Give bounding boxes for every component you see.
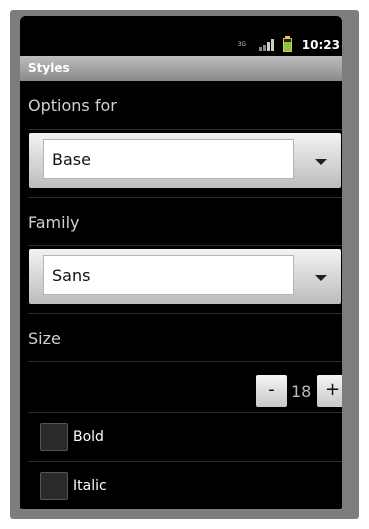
family-field: Sans [43, 255, 294, 295]
italic-checkbox[interactable] [40, 472, 68, 500]
size-increase-button[interactable]: + [317, 375, 342, 407]
bold-label[interactable]: Bold [73, 429, 104, 445]
options-for-selected: Base [52, 150, 91, 169]
options-for-dropdown[interactable]: Base [29, 133, 341, 188]
divider [28, 129, 342, 130]
signal-icon [258, 39, 275, 51]
family-label: Family [28, 213, 80, 232]
size-decrease-button[interactable]: - [256, 375, 287, 407]
italic-label[interactable]: Italic [73, 478, 107, 494]
status-icons: 3G 10:23 [237, 36, 342, 54]
dropdown-arrow-icon [315, 159, 327, 165]
battery-icon [282, 36, 292, 52]
title-bar: Styles [20, 56, 342, 81]
page-title: Styles [28, 61, 70, 75]
options-for-label: Options for [28, 96, 117, 115]
divider [28, 245, 342, 246]
bold-checkbox[interactable] [40, 423, 68, 451]
family-selected: Sans [52, 266, 91, 285]
size-label: Size [28, 329, 61, 348]
network-3g-icon: 3G [237, 41, 247, 48]
app-screen: 3G 10:23 Styles Options for Base Family … [20, 16, 342, 509]
divider [28, 461, 342, 462]
options-for-field: Base [43, 139, 294, 179]
family-dropdown[interactable]: Sans [29, 249, 341, 304]
divider [28, 412, 342, 413]
divider [28, 197, 342, 198]
size-value: 18 [291, 382, 312, 401]
status-bar: 3G 10:23 [20, 16, 342, 56]
clock: 10:23 [301, 38, 340, 52]
divider [28, 361, 342, 362]
dropdown-arrow-icon [315, 275, 327, 281]
divider [28, 313, 342, 314]
